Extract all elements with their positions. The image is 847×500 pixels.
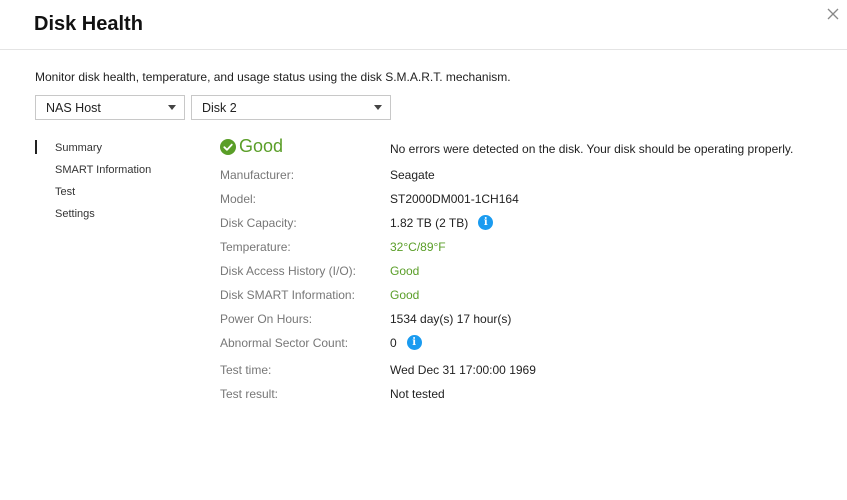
chevron-down-icon <box>374 105 382 110</box>
dialog-header: Disk Health <box>0 0 847 50</box>
nav-item-test[interactable]: Test <box>35 184 151 206</box>
health-status-message: No errors were detected on the disk. You… <box>390 142 794 156</box>
health-status-label: Good <box>239 136 284 156</box>
detail-label: Test result: <box>220 387 279 401</box>
detail-value: 1.82 TB (2 TB) <box>390 216 469 230</box>
detail-value: Good <box>390 264 420 278</box>
check-circle-icon <box>220 138 236 155</box>
detail-label: Disk Capacity: <box>220 216 297 230</box>
detail-label: Disk Access History (I/O): <box>220 264 357 278</box>
dialog-description: Monitor disk health, temperature, and us… <box>35 70 511 84</box>
close-icon[interactable] <box>825 6 841 22</box>
detail-label: Test time: <box>220 363 272 377</box>
detail-value: Not tested <box>390 387 445 401</box>
detail-label: Abnormal Sector Count: <box>220 336 349 350</box>
detail-value: 32°C/89°F <box>390 240 446 254</box>
nav-item-settings[interactable]: Settings <box>35 206 151 228</box>
info-icon[interactable]: i <box>478 215 494 231</box>
host-select[interactable]: NAS Host <box>35 95 185 120</box>
detail-value: ST2000DM001-1CH164 <box>390 192 519 206</box>
host-select-value: NAS Host <box>46 101 101 115</box>
detail-value: Wed Dec 31 17:00:00 1969 <box>390 363 536 377</box>
detail-value: 0 <box>390 336 397 350</box>
detail-value: 1534 day(s) 17 hour(s) <box>390 312 512 326</box>
dialog-title: Disk Health <box>34 13 143 35</box>
health-status: Good <box>220 136 283 157</box>
section-nav: Summary SMART Information Test Settings <box>35 140 151 228</box>
detail-label: Model: <box>220 192 257 206</box>
nav-item-smart-information[interactable]: SMART Information <box>35 162 151 184</box>
detail-label: Temperature: <box>220 240 291 254</box>
disk-select-value: Disk 2 <box>202 101 237 115</box>
disk-select[interactable]: Disk 2 <box>191 95 391 120</box>
detail-value-wrap: 0i <box>390 335 422 351</box>
chevron-down-icon <box>168 105 176 110</box>
detail-label: Power On Hours: <box>220 312 313 326</box>
detail-value: Good <box>390 288 420 302</box>
nav-item-summary[interactable]: Summary <box>35 140 151 162</box>
detail-label: Manufacturer: <box>220 168 295 182</box>
info-icon[interactable]: i <box>406 335 422 351</box>
detail-value: Seagate <box>390 168 435 182</box>
detail-value-wrap: 1.82 TB (2 TB) i <box>390 215 494 231</box>
detail-label: Disk SMART Information: <box>220 288 355 302</box>
